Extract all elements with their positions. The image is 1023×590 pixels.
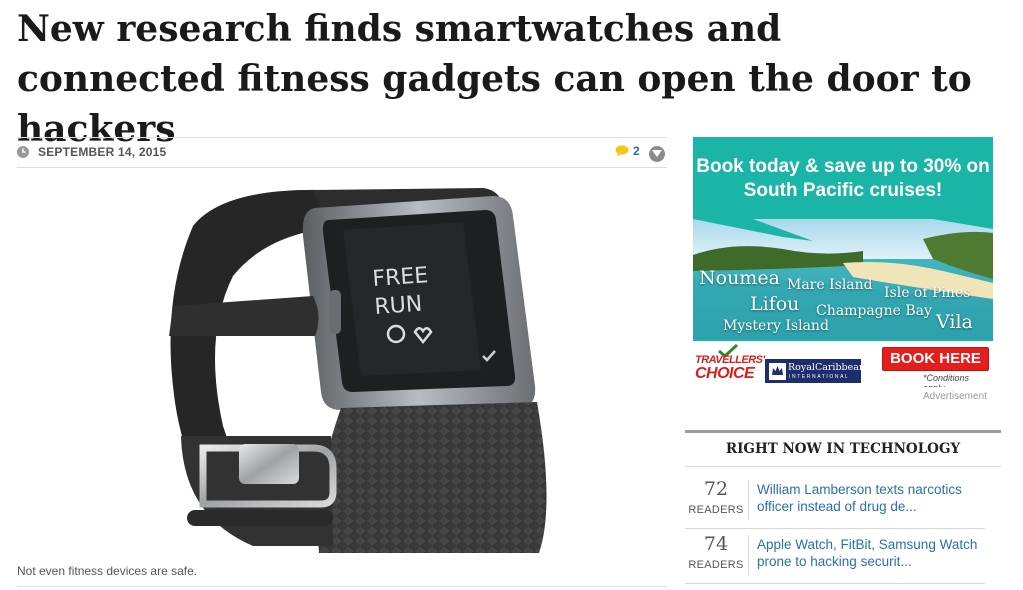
item-separator [685, 583, 985, 584]
ad-place-isle-of-pines: Isle of Pines [884, 285, 971, 301]
item-divider [748, 535, 749, 575]
ad-place-mare-island: Mare Island [787, 277, 873, 293]
readers-label: READERS [688, 559, 744, 571]
trending-top-rule [685, 430, 1001, 433]
trending-section-title: RIGHT NOW IN TECHNOLOGY [725, 441, 961, 457]
clock-icon [17, 146, 29, 158]
publish-date: SEPTEMBER 14, 2015 [38, 145, 167, 159]
book-here-button[interactable]: BOOK HERE [882, 347, 989, 371]
cruise-advertisement[interactable]: Book today & save up to 30% on South Pac… [693, 137, 993, 387]
ad-place-mystery-island: Mystery Island [723, 318, 829, 334]
article-meta-bar: SEPTEMBER 14, 2015 2 [17, 137, 667, 168]
trending-article-link[interactable]: Apple Watch, FitBit, Samsung Watch prone… [757, 536, 987, 570]
caption-divider [17, 586, 667, 587]
screen-text-free: FREE [372, 263, 429, 292]
screen-text-run: RUN [374, 292, 423, 320]
trending-item[interactable]: 72 READERS William Lamberson texts narco… [685, 474, 985, 529]
chevron-down-icon [652, 150, 662, 157]
ad-place-noumea: Noumea [699, 267, 780, 289]
article-photo: FREE RUN [163, 186, 547, 553]
ad-place-lifou: Lifou [750, 293, 800, 315]
travellers-choice-badge: TRAVELLERS' CHOICE [695, 347, 765, 383]
comment-count-link[interactable]: 2 [633, 144, 640, 158]
readers-label: READERS [688, 504, 744, 516]
article-headline: New research finds smartwatches and conn… [17, 8, 972, 150]
ad-place-vila: Vila [936, 311, 973, 333]
item-divider [748, 480, 749, 520]
ad-conditions: *Conditions apply [923, 373, 970, 387]
comment-bubble-icon[interactable] [615, 145, 629, 157]
cruise-line-subtitle: INTERNATIONAL [789, 374, 850, 380]
badge-line2: CHOICE [695, 365, 755, 382]
advertisement-label: Advertisement [923, 391, 987, 402]
trending-article-link[interactable]: William Lamberson texts narcotics office… [757, 481, 987, 515]
cruise-line-name: RoyalCaribbean [788, 362, 866, 373]
share-dropdown-button[interactable] [649, 146, 665, 162]
photo-caption: Not even fitness devices are safe. [17, 564, 198, 578]
ad-place-champagne-bay: Champagne Bay [816, 303, 932, 319]
ad-headline: Book today & save up to 30% on South Pac… [696, 156, 990, 201]
crown-anchor-icon [769, 363, 786, 380]
reader-count: 72 [703, 478, 729, 500]
reader-count: 74 [703, 533, 729, 555]
trending-item[interactable]: 74 READERS Apple Watch, FitBit, Samsung … [685, 529, 985, 584]
royal-caribbean-logo: RoyalCaribbean INTERNATIONAL [765, 359, 865, 383]
trending-title-divider [685, 466, 1001, 467]
